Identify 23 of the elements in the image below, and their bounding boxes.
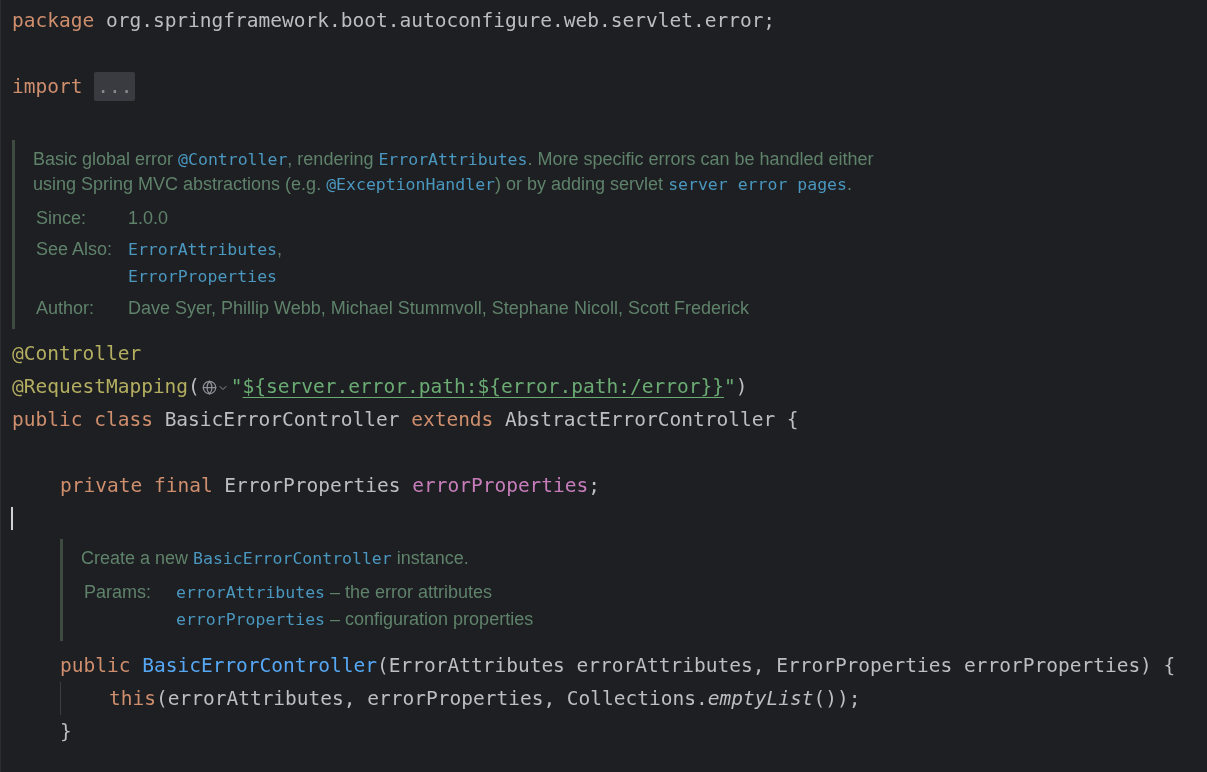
doc-tag-label: Author: [36,297,96,320]
code-line: package org.springframework.boot.autoconfigure.web.servlet.error; [12,8,776,34]
code-line: @RequestMapping( "${server.error.path:${error.path:/error}}") [12,374,748,400]
doc-tag-value: ErrorAttributes, [128,238,283,261]
code-line: @Controller [12,341,142,367]
code-line: this(errorAttributes, errorProperties, Collections.emptyList()); [109,686,861,712]
code-line: import ... [12,70,136,103]
doc-tag-value: errorAttributes – the error attributes [176,581,494,604]
doc-tag-value: Dave Syer, Phillip Webb, Michael Stummvoll, Stephane Nicoll, Scott Frederick [128,297,749,320]
globe-icon[interactable] [201,380,217,395]
code-line: } [60,719,72,745]
code-line: public class BasicErrorController extends AbstractErrorController { [12,407,799,433]
code-line: private final ErrorProperties errorProperties; [60,473,601,499]
doc-tag-label: Since: [36,207,88,230]
doc-tag-value: errorProperties – configuration properties [176,608,534,631]
doc-tag-label: Params: [84,581,153,604]
doc-summary: Basic global error @Controller, rendering ErrorAttributes. More specific errors can be handled either using Spring MVC abstractions (e.g. @ExceptionHandler) or by adding servlet server error pages. [33,148,875,196]
doc-summary: Create a new BasicErrorController instance. [81,547,470,570]
code-line: public BasicErrorController(ErrorAttributes errorAttributes, ErrorProperties errorProperties) { [60,653,1176,679]
doc-tag-label: See Also: [36,238,114,261]
doc-tag-value: 1.0.0 [128,207,169,230]
doc-tag-value: ErrorProperties [128,266,278,288]
folded-imports[interactable]: ... [94,72,136,101]
